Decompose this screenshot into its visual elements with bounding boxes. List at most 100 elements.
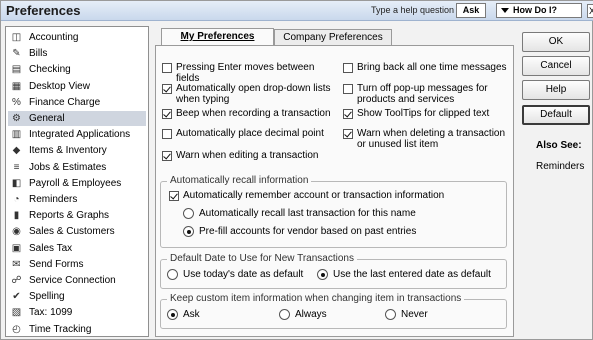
- custom-item-info-group: Keep custom item information when changi…: [160, 293, 507, 329]
- auto-remember-checkbox[interactable]: Automatically remember account or transa…: [169, 190, 489, 201]
- recall-last-label: Automatically recall last transaction fo…: [199, 208, 416, 219]
- sidebar-item-label: Finance Charge: [29, 96, 101, 108]
- sidebar-item[interactable]: ◔ Reminders: [8, 192, 146, 207]
- sidebar-item[interactable]: ◆ Items & Inventory: [8, 143, 146, 158]
- ok-button[interactable]: OK: [522, 32, 590, 52]
- beep-label: Beep when recording a transaction: [176, 108, 331, 119]
- also-see-heading: Also See:: [536, 140, 582, 151]
- sidebar-item-label: Jobs & Estimates: [29, 161, 107, 173]
- checkbox-box[interactable]: [343, 63, 353, 73]
- sidebar-item[interactable]: ◫ Accounting: [8, 30, 146, 45]
- radio-dot[interactable]: [279, 309, 290, 320]
- sidebar-item-label: General: [29, 113, 65, 124]
- radio-dot[interactable]: [385, 309, 396, 320]
- warn-delete-checkbox[interactable]: Warn when deleting a transaction or unus…: [343, 128, 511, 150]
- auto-remember-label: Automatically remember account or transa…: [183, 190, 445, 201]
- sidebar-item-label: Bills: [29, 48, 48, 60]
- auto-open-dropdown-checkbox[interactable]: Automatically open drop-down lists when …: [162, 83, 337, 105]
- default-button[interactable]: Default: [522, 105, 590, 125]
- radio-dot[interactable]: [167, 269, 178, 280]
- checkbox-box[interactable]: [162, 84, 172, 94]
- sidebar-item[interactable]: ✉ Send Forms: [8, 257, 146, 272]
- sidebar-item[interactable]: ⚙ General: [8, 111, 146, 126]
- my-preferences-panel: Pressing Enter moves between fields Brin…: [155, 45, 514, 337]
- auto-decimal-checkbox[interactable]: Automatically place decimal point: [162, 128, 337, 139]
- spelling-icon: ✔: [12, 291, 21, 303]
- ask-label: Ask: [183, 309, 200, 320]
- sidebar-item-label: Sales Tax: [29, 242, 73, 254]
- checkbox-box[interactable]: [162, 109, 172, 119]
- sidebar-item[interactable]: % Finance Charge: [8, 95, 146, 110]
- sidebar-item[interactable]: ≡ Jobs & Estimates: [8, 160, 146, 175]
- radio-dot[interactable]: [183, 226, 194, 237]
- sidebar-item[interactable]: ▮ Reports & Graphs: [8, 208, 146, 223]
- checkbox-box[interactable]: [343, 109, 353, 119]
- checkbox-box[interactable]: [162, 63, 172, 73]
- sidebar-item-label: Service Connection: [29, 275, 116, 286]
- sidebar-item[interactable]: ▣ Sales Tax: [8, 241, 146, 256]
- checkbox-box[interactable]: [162, 151, 172, 161]
- sidebar-item[interactable]: ◴ Time Tracking: [8, 322, 146, 337]
- sales-tax-icon: ▣: [11, 242, 22, 254]
- how-do-i-dropdown[interactable]: How Do I?: [496, 3, 582, 18]
- close-button[interactable]: X: [587, 4, 593, 18]
- sidebar-item[interactable]: ▥ Integrated Applications: [8, 127, 146, 142]
- sidebar-item-label: Reports & Graphs: [29, 210, 110, 222]
- sidebar-item[interactable]: ◉ Sales & Customers: [8, 224, 146, 239]
- radio-dot[interactable]: [183, 208, 194, 219]
- ask-radio[interactable]: Ask: [167, 309, 200, 320]
- payroll-employees-icon: ◧: [11, 177, 22, 189]
- time-tracking-icon: ◴: [12, 323, 21, 335]
- default-date-legend: Default Date to Use for New Transactions: [167, 253, 357, 264]
- send-forms-icon: ✉: [12, 258, 21, 270]
- also-see-reminders-link[interactable]: Reminders: [536, 161, 584, 172]
- show-tooltips-checkbox[interactable]: Show ToolTips for clipped text: [343, 108, 513, 119]
- reminders-icon: ◔: [13, 194, 20, 205]
- sidebar-item-label: Desktop View: [29, 80, 90, 92]
- use-last-entered-radio[interactable]: Use the last entered date as default: [317, 269, 491, 280]
- beep-checkbox[interactable]: Beep when recording a transaction: [162, 108, 337, 119]
- help-button[interactable]: Help: [522, 80, 590, 100]
- bring-back-messages-checkbox[interactable]: Bring back all one time messages: [343, 62, 513, 73]
- turn-off-popups-checkbox[interactable]: Turn off pop-up messages for products an…: [343, 83, 511, 105]
- sidebar-item[interactable]: ✎ Bills: [8, 46, 146, 61]
- desktop-view-icon: ▦: [11, 80, 22, 92]
- accounting-icon: ◫: [11, 32, 22, 43]
- sidebar-item[interactable]: ▧ Tax: 1099: [8, 305, 146, 320]
- use-today-radio[interactable]: Use today's date as default: [167, 269, 303, 280]
- sidebar-item[interactable]: ✔ Spelling: [8, 289, 146, 304]
- sidebar-item[interactable]: ◧ Payroll & Employees: [8, 176, 146, 191]
- pressing-enter-checkbox[interactable]: Pressing Enter moves between fields: [162, 62, 337, 84]
- sidebar-item[interactable]: ▦ Desktop View: [8, 79, 146, 94]
- checkbox-box[interactable]: [343, 84, 353, 94]
- sidebar-item[interactable]: ▤ Checking: [8, 62, 146, 77]
- radio-dot[interactable]: [317, 269, 328, 280]
- always-radio[interactable]: Always: [279, 309, 327, 320]
- checkbox-box[interactable]: [162, 129, 172, 139]
- sidebar-item[interactable]: ☍ Service Connection: [8, 273, 146, 288]
- sidebar-item-label: Items & Inventory: [29, 145, 107, 157]
- ask-button[interactable]: Ask: [456, 3, 486, 18]
- tab-my-preferences[interactable]: My Preferences: [161, 28, 274, 46]
- help-question-prompt: Type a help question: [371, 5, 455, 15]
- checkbox-box[interactable]: [169, 191, 179, 201]
- preferences-category-list[interactable]: ◫ Accounting ✎ Bills ▤ Checking ▦ Desktop View%…: [5, 26, 149, 337]
- recall-group-legend: Automatically recall information: [167, 175, 312, 186]
- pressing-enter-label: Pressing Enter moves between fields: [176, 62, 315, 84]
- checkbox-box[interactable]: [343, 129, 353, 139]
- bills-icon: ✎: [12, 48, 21, 60]
- prefill-accounts-radio[interactable]: Pre-fill accounts for vendor based on pa…: [183, 226, 416, 237]
- recall-last-radio[interactable]: Automatically recall last transaction fo…: [183, 208, 416, 219]
- tab-company-preferences[interactable]: Company Preferences: [274, 29, 392, 46]
- sidebar-item-label: Tax: 1099: [29, 307, 73, 319]
- jobs-estimates-icon: ≡: [13, 161, 20, 173]
- chevron-down-icon: [501, 8, 509, 14]
- warn-editing-checkbox[interactable]: Warn when editing a transaction: [162, 150, 337, 161]
- never-label: Never: [401, 309, 428, 320]
- never-radio[interactable]: Never: [385, 309, 428, 320]
- cancel-button[interactable]: Cancel: [522, 56, 590, 76]
- items-inventory-icon: ◆: [12, 145, 21, 157]
- auto-open-dropdown-label: Automatically open drop-down lists when …: [176, 83, 331, 105]
- sidebar-item-label: Reminders: [29, 194, 78, 205]
- radio-dot[interactable]: [167, 309, 178, 320]
